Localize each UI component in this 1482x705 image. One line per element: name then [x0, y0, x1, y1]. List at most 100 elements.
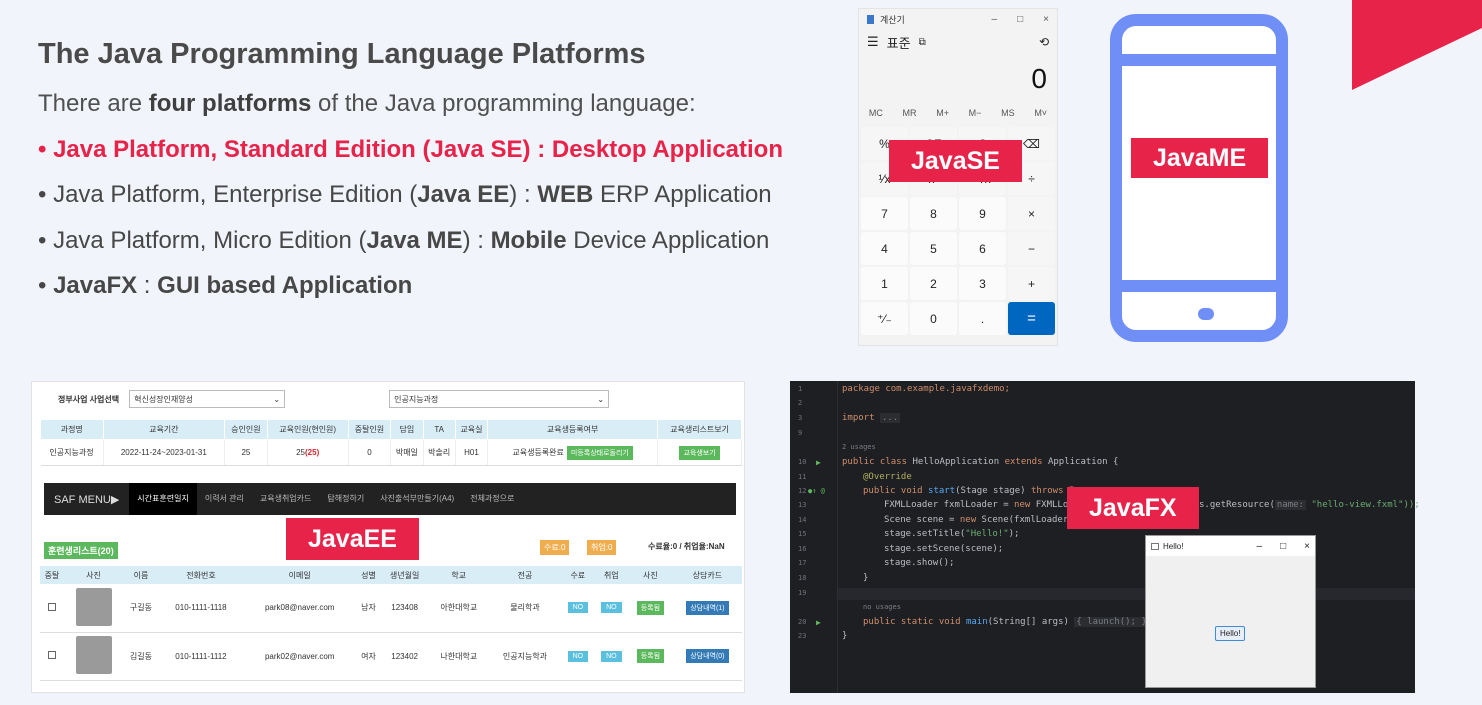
line-number: 16: [798, 545, 807, 553]
menu-item[interactable]: 사진출석부만들기(A4): [372, 483, 462, 515]
row-checkbox[interactable]: [48, 602, 57, 611]
calc-key[interactable]: −: [1008, 232, 1055, 265]
chevron-down-icon: ⌄: [597, 394, 605, 404]
calc-key[interactable]: 1: [861, 267, 908, 300]
calc-key[interactable]: 5: [910, 232, 957, 265]
photo-status-button[interactable]: 등록됨: [636, 600, 665, 615]
counsel-card-button[interactable]: 상담내역(1): [686, 600, 729, 615]
table-cell: 010-1111-1112: [159, 632, 243, 681]
table-cell: park02@naver.com: [242, 632, 357, 681]
project-select[interactable]: 혁신성장인재양성 ⌄: [129, 390, 286, 408]
trainee-table: 중탈 사진 이름 전화번호 이메일 성별 생년월일 학교 전공 수료 취업 사진 상담카드 구길동 010…: [40, 566, 742, 681]
memory-button[interactable]: MS: [1001, 108, 1015, 118]
override-gutter-icon[interactable]: ●↑ @: [808, 487, 825, 495]
table-cell: NO: [594, 632, 629, 681]
maximize-icon[interactable]: □: [1017, 14, 1023, 25]
completion-toggle[interactable]: NO: [567, 602, 589, 614]
table-row: 인공지능과정 2022-11-24~2023-01-31 25 25(25) 0 박매일 박…: [40, 439, 742, 466]
calc-key[interactable]: .: [959, 302, 1006, 335]
code-line-tail: s.getResource(name: "hello-view.fxml"));: [1199, 500, 1420, 510]
calc-key[interactable]: ⁺⁄₋: [861, 302, 908, 335]
code-line: stage.show();: [884, 558, 955, 568]
table-cell: 등록됨: [628, 632, 673, 681]
run-main-icon[interactable]: ▶: [816, 618, 821, 627]
calculator-mode[interactable]: 표준: [887, 33, 911, 52]
line-number: 20: [798, 618, 807, 626]
calc-key[interactable]: 0: [910, 302, 957, 335]
revert-status-button[interactable]: 미등록상태로돌리기: [566, 445, 633, 460]
table-cell: 인공지능과정: [40, 439, 104, 466]
history-icon[interactable]: ⟲: [1039, 35, 1049, 49]
menu-item[interactable]: 시간표훈련일지: [129, 483, 197, 515]
close-icon[interactable]: ×: [1304, 541, 1310, 552]
employment-badge: 취업:0: [587, 540, 617, 555]
keep-on-top-icon[interactable]: ⧉: [919, 37, 926, 48]
column-header: 교육기간: [102, 419, 226, 440]
calc-key[interactable]: ×: [1008, 197, 1055, 230]
table-cell: park08@naver.com: [242, 584, 357, 633]
bullet-java-ee: • Java Platform, Enterprise Edition (Jav…: [38, 181, 772, 208]
code-line: package com.example.javafxdemo;: [842, 384, 1010, 394]
no-usages-hint: no usages: [863, 603, 901, 611]
line-number: 11: [798, 473, 807, 481]
calc-key[interactable]: 4: [861, 232, 908, 265]
label-javame: JavaME: [1131, 138, 1269, 178]
menu-item[interactable]: 교육생취업카드: [252, 483, 320, 515]
maximize-icon[interactable]: □: [1280, 541, 1286, 552]
project-select-label: 정부사업 사업선택: [58, 394, 120, 404]
hello-window: Hello! – □ × Hello!: [1145, 535, 1316, 688]
table-cell: NO: [561, 584, 595, 633]
column-header: 전화번호: [159, 566, 243, 584]
calculator-title: 계산기: [880, 14, 905, 25]
close-icon[interactable]: ×: [1043, 14, 1049, 25]
column-header: 이메일: [242, 566, 357, 584]
table-cell: 나한대학교: [428, 632, 489, 681]
column-header: 상담카드: [672, 566, 742, 584]
hello-button[interactable]: Hello!: [1215, 626, 1246, 641]
memory-button[interactable]: MC: [869, 108, 883, 118]
memory-button[interactable]: MR: [903, 108, 917, 118]
row-checkbox[interactable]: [48, 651, 57, 659]
line-number: 13: [798, 501, 807, 509]
code-line: stage.setTitle("Hello!");: [884, 529, 1020, 539]
view-trainees-button[interactable]: 교육생보기: [679, 445, 720, 460]
menu-item[interactable]: 이력서 관리: [197, 483, 252, 515]
code-line: FXMLLoader fxmlLoader = new FXMLLoa: [884, 500, 1074, 510]
code-line: public class HelloApplication extends Ap…: [842, 457, 1119, 467]
memory-button[interactable]: M+: [936, 108, 949, 118]
calc-key[interactable]: 3: [959, 267, 1006, 300]
course-select[interactable]: 인공지능과정 ⌄: [389, 390, 610, 408]
label-javafx: JavaFX: [1067, 487, 1199, 529]
column-header: 사진: [64, 566, 123, 584]
calc-key[interactable]: 6: [959, 232, 1006, 265]
memory-button[interactable]: M˅: [1034, 108, 1047, 118]
calc-key[interactable]: 9: [959, 197, 1006, 230]
memory-button[interactable]: M−: [969, 108, 982, 118]
minimize-icon[interactable]: –: [992, 14, 998, 25]
code-line: }: [842, 631, 848, 641]
code-line: Scene scene = new Scene(fxmlLoader: [884, 515, 1069, 525]
calc-key[interactable]: =: [1008, 302, 1055, 335]
calc-key[interactable]: +: [1008, 267, 1055, 300]
counsel-card-button[interactable]: 상담내역(0): [686, 649, 729, 663]
calc-key[interactable]: 7: [861, 197, 908, 230]
completion-toggle[interactable]: NO: [567, 650, 589, 662]
menu-item[interactable]: 탐해정하기: [319, 483, 372, 515]
employment-toggle[interactable]: NO: [601, 602, 622, 614]
hello-titlebar: Hello! – □ ×: [1146, 536, 1315, 556]
minimize-icon[interactable]: –: [1257, 541, 1263, 552]
table-cell: 25: [224, 439, 268, 466]
photo-status-button[interactable]: 등록됨: [636, 649, 665, 663]
menu-item[interactable]: 전체과정으로: [462, 483, 522, 515]
column-header: 중탈: [40, 566, 65, 584]
menu-icon[interactable]: ☰: [867, 34, 879, 50]
project-select-row: 정부사업 사업선택 혁신성장인재양성 ⌄ 인공지능과정 ⌄: [32, 382, 744, 416]
calc-key[interactable]: 2: [910, 267, 957, 300]
run-icon[interactable]: ▶: [816, 458, 821, 467]
calculator-titlebar: 계산기 – □ ×: [859, 9, 1057, 29]
calc-key[interactable]: 8: [910, 197, 957, 230]
employment-toggle[interactable]: NO: [601, 650, 622, 662]
table-cell: 010-1111-1118: [159, 584, 243, 633]
line-number: 2: [798, 399, 803, 407]
saf-menu-brand[interactable]: SAF MENU▶: [44, 493, 129, 506]
